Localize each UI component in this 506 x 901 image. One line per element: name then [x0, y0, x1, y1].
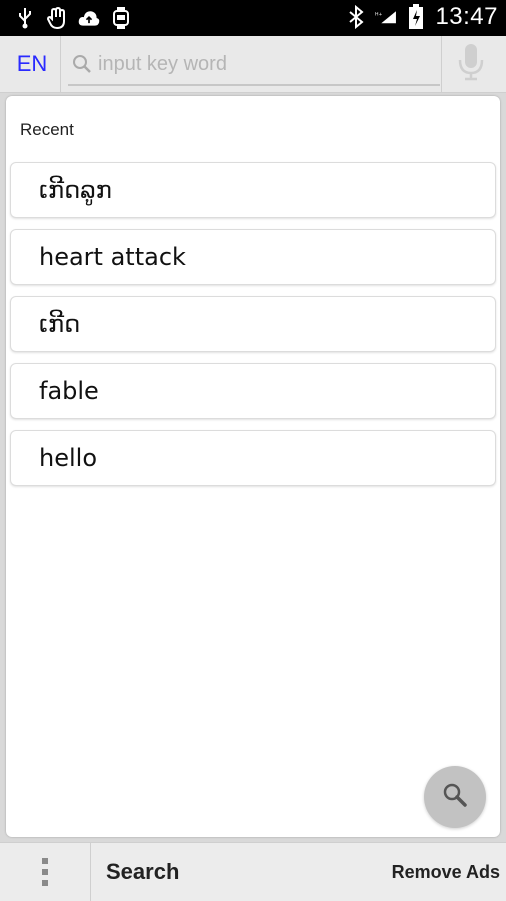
usb-icon [14, 6, 36, 30]
overflow-menu-button[interactable] [0, 843, 91, 901]
battery-icon [405, 4, 427, 29]
language-label: EN [16, 51, 48, 76]
system-icons: H+ 13:47 [345, 3, 498, 31]
recent-item[interactable]: fable [10, 363, 496, 419]
cloud-upload-icon [78, 6, 100, 30]
search-icon [72, 54, 92, 78]
svg-text:H+: H+ [375, 11, 383, 17]
search-icon [442, 782, 468, 812]
recent-item[interactable]: heart attack [10, 229, 496, 285]
microphone-icon [457, 42, 485, 86]
recent-item-label: fable [39, 377, 99, 405]
bottom-bar: Search Remove Ads [0, 842, 506, 901]
more-vert-icon [42, 858, 48, 886]
search-box [68, 44, 440, 86]
bluetooth-icon [345, 5, 367, 29]
status-bar: H+ 13:47 [0, 0, 506, 36]
recent-heading: Recent [20, 120, 74, 139]
hand-icon [46, 6, 68, 30]
bottom-title: Search [106, 859, 180, 884]
recent-item-label: ເກີດລູກ [39, 176, 112, 204]
recent-list: ເກີດລູກ heart attack ເກີດ fable hello [10, 162, 496, 497]
search-header: EN [0, 36, 506, 93]
voice-search-button[interactable] [441, 36, 500, 92]
search-fab-button[interactable] [424, 766, 486, 828]
clock: 13:47 [435, 3, 498, 30]
recent-item-label: ເກີດ [39, 310, 81, 338]
search-input[interactable] [96, 48, 430, 80]
signal-icon: H+ [375, 5, 397, 29]
watch-icon [110, 6, 132, 30]
language-toggle-button[interactable]: EN [4, 36, 61, 92]
recent-item[interactable]: ເກີດລູກ [10, 162, 496, 218]
recent-item[interactable]: hello [10, 430, 496, 486]
recent-item[interactable]: ເກີດ [10, 296, 496, 352]
recent-item-label: heart attack [39, 243, 186, 271]
recent-item-label: hello [39, 444, 97, 472]
notification-icons [14, 6, 132, 30]
remove-ads-button[interactable]: Remove Ads [392, 862, 500, 883]
recent-panel: Recent ເກີດລູກ heart attack ເກີດ fable h… [6, 96, 500, 837]
